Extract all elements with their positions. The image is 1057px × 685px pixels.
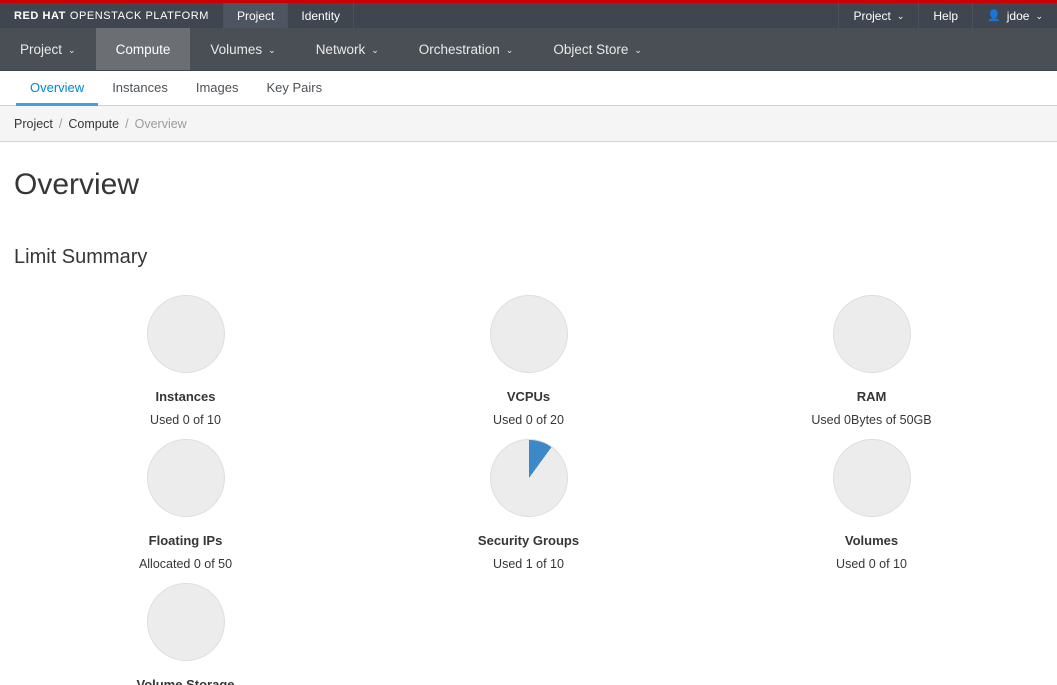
tab-overview[interactable]: Overview bbox=[16, 71, 99, 106]
chevron-down-icon: ⌄ bbox=[268, 44, 276, 55]
user-icon: 👤 bbox=[987, 10, 1001, 22]
breadcrumb-separator: / bbox=[58, 116, 63, 131]
quota-usage-text: Used 0 of 10 bbox=[150, 413, 221, 427]
quota-label: RAM bbox=[856, 389, 887, 404]
quota-cell: Floating IPs Allocated 0 of 50 bbox=[14, 427, 357, 571]
quota-label: Volumes bbox=[844, 533, 899, 548]
masthead: RED HAT OPENSTACK PLATFORM Project Ident… bbox=[0, 3, 1057, 28]
quota-cell: Volumes Used 0 of 10 bbox=[700, 427, 1043, 571]
masthead-tabs: Project Identity bbox=[223, 3, 355, 28]
quota-cell: Volume StorageUsed 0Bytes of 1000GB bbox=[14, 571, 357, 685]
quota-label: Floating IPs bbox=[148, 533, 223, 548]
quota-label: Security Groups bbox=[477, 533, 580, 548]
nav-item-object-store-label: Object Store bbox=[553, 41, 629, 57]
tab-images[interactable]: Images bbox=[182, 71, 253, 106]
quota-pie-chart bbox=[832, 439, 911, 517]
masthead-user-menu[interactable]: 👤 jdoe ⌄ bbox=[972, 3, 1057, 28]
nav-item-network-label: Network bbox=[315, 41, 366, 57]
masthead-tab-project[interactable]: Project bbox=[223, 3, 289, 28]
masthead-tab-identity[interactable]: Identity bbox=[288, 3, 355, 28]
breadcrumb-item-project[interactable]: Project bbox=[14, 117, 53, 131]
limit-summary-grid: Instances Used 0 of 10 VCPUs Used 0 of 20 RA… bbox=[14, 283, 1043, 685]
nav-item-orchestration[interactable]: Orchestration ⌄ bbox=[399, 28, 534, 70]
chevron-down-icon: ⌄ bbox=[634, 44, 642, 55]
brand-product-text: OPENSTACK PLATFORM bbox=[69, 9, 209, 22]
chevron-down-icon: ⌄ bbox=[505, 44, 514, 55]
quota-pie-chart bbox=[832, 295, 911, 373]
quota-usage-text: Used 0Bytes of 50GB bbox=[811, 413, 932, 427]
tab-instances[interactable]: Instances bbox=[98, 71, 182, 106]
quota-cell: VCPUs Used 0 of 20 bbox=[357, 283, 700, 427]
chevron-down-icon: ⌄ bbox=[68, 44, 76, 55]
masthead-project-switcher[interactable]: Project ⌄ bbox=[838, 3, 918, 28]
nav-item-compute[interactable]: Compute bbox=[95, 28, 191, 70]
nav-item-volumes[interactable]: Volumes ⌄ bbox=[190, 28, 295, 70]
quota-cell: Instances Used 0 of 10 bbox=[14, 283, 357, 427]
nav-item-network[interactable]: Network ⌄ bbox=[296, 28, 399, 70]
primary-navigation: Project ⌄ Compute Volumes ⌄ Network ⌄ Or… bbox=[0, 28, 1057, 71]
chevron-down-icon: ⌄ bbox=[1035, 11, 1043, 21]
quota-cell: RAM Used 0Bytes of 50GB bbox=[700, 283, 1043, 427]
brand-red-hat-text: RED HAT bbox=[14, 9, 66, 22]
quota-pie-chart bbox=[489, 295, 568, 373]
masthead-right-menu: Project ⌄ Help 👤 jdoe ⌄ bbox=[838, 3, 1057, 28]
masthead-help-label: Help bbox=[933, 8, 959, 23]
main-content: Overview Limit Summary Instances Used 0 o… bbox=[0, 167, 1057, 685]
quota-pie-chart bbox=[146, 295, 225, 373]
quota-cell: Security Groups Used 1 of 10 bbox=[357, 427, 700, 571]
secondary-navigation: Overview Instances Images Key Pairs bbox=[0, 71, 1057, 106]
quota-usage-text: Used 0 of 20 bbox=[493, 413, 564, 427]
masthead-help-link[interactable]: Help bbox=[918, 3, 972, 28]
breadcrumb-item-overview: Overview bbox=[134, 116, 187, 131]
nav-item-orchestration-label: Orchestration bbox=[418, 41, 500, 57]
page-title: Overview bbox=[14, 168, 140, 201]
quota-pie-chart bbox=[489, 439, 568, 517]
quota-usage-text: Used 0 of 10 bbox=[836, 557, 907, 571]
breadcrumb-separator: / bbox=[125, 116, 129, 131]
limit-summary-heading: Limit Summary bbox=[14, 246, 148, 268]
breadcrumb-item-compute[interactable]: Compute bbox=[68, 117, 119, 131]
nav-item-compute-label: Compute bbox=[115, 41, 171, 57]
nav-item-project[interactable]: Project ⌄ bbox=[0, 28, 96, 70]
quota-pie-chart bbox=[146, 583, 225, 661]
masthead-user-label: jdoe bbox=[1006, 8, 1030, 23]
breadcrumb: Project / Compute / Overview bbox=[0, 106, 1057, 142]
nav-item-object-store[interactable]: Object Store ⌄ bbox=[533, 28, 662, 70]
quota-label: Instances bbox=[155, 389, 216, 404]
nav-item-project-label: Project bbox=[20, 41, 63, 57]
chevron-down-icon: ⌄ bbox=[371, 44, 379, 55]
nav-item-volumes-label: Volumes bbox=[210, 41, 263, 57]
tab-key-pairs[interactable]: Key Pairs bbox=[252, 71, 336, 106]
chevron-down-icon: ⌄ bbox=[896, 11, 905, 21]
quota-usage-text: Used 1 of 10 bbox=[493, 557, 564, 571]
quota-label: Volume Storage bbox=[136, 677, 235, 685]
brand-logo: RED HAT OPENSTACK PLATFORM bbox=[0, 3, 223, 28]
quota-pie-chart bbox=[146, 439, 225, 517]
quota-label: VCPUs bbox=[506, 389, 551, 404]
masthead-project-switcher-label: Project bbox=[853, 8, 891, 23]
quota-usage-text: Allocated 0 of 50 bbox=[138, 557, 233, 571]
